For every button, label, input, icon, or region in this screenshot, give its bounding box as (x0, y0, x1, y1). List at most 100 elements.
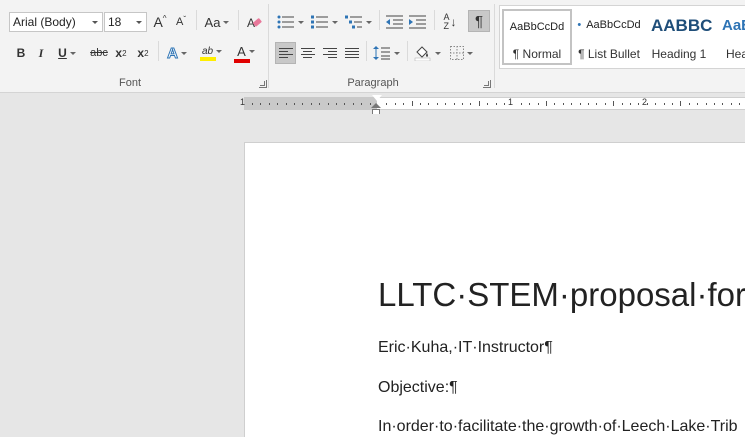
clear-formatting-button[interactable]: A (244, 11, 264, 33)
font-group-separator (268, 4, 269, 88)
bold-button[interactable]: B (12, 42, 30, 64)
superscript-button[interactable]: x2 (134, 42, 152, 64)
ruler-tick (722, 103, 723, 105)
ruler-tick (328, 103, 329, 105)
document-page[interactable]: LLTC·STEM·proposal·for Eric·Kuha,·IT·Ins… (244, 142, 745, 437)
change-case-button[interactable]: Aa (202, 11, 232, 33)
strikethrough-icon: abc (90, 47, 108, 59)
strikethrough-button[interactable]: abc (88, 42, 110, 64)
multilevel-list-icon (344, 15, 362, 29)
ruler-tick (302, 103, 303, 105)
align-left-button[interactable] (275, 42, 296, 64)
style-heading-2-label: Hea (726, 47, 745, 61)
style-list-bullet-sample: • AaBbCcDd (574, 19, 644, 31)
ruler-tick (344, 103, 345, 105)
ruler-tick (277, 103, 278, 105)
line-spacing-button[interactable] (371, 42, 401, 64)
italic-button[interactable]: I (32, 42, 50, 64)
ruler-tick (706, 103, 707, 105)
document-paragraph-objective[interactable]: Objective:¶ (378, 379, 458, 397)
paint-bucket-icon (414, 46, 430, 61)
ruler-tick (655, 103, 656, 105)
ruler-tick (680, 101, 681, 106)
ruler-tick (294, 103, 295, 105)
ruler-tick (554, 103, 555, 105)
separator (407, 41, 408, 61)
font-name-combo[interactable]: Arial (Body) (9, 12, 103, 32)
subscript-button[interactable]: x2 (112, 42, 130, 64)
style-normal-sample: AaBbCcDd (509, 21, 565, 33)
document-paragraph-body[interactable]: In·order·to·facilitate·the·growth·of·Lee… (378, 418, 738, 436)
clear-formatting-icon: A (247, 16, 262, 30)
ruler-label-2: 2 (642, 97, 648, 107)
ruler-tick (319, 103, 320, 105)
superscript-icon: x (137, 46, 145, 60)
text-effects-button[interactable]: A (163, 42, 191, 64)
first-line-indent-marker[interactable] (371, 94, 383, 101)
ruler-tick (697, 103, 698, 105)
borders-button[interactable] (446, 42, 476, 64)
style-normal[interactable]: AaBbCcDd ¶ Normal (502, 9, 572, 65)
document-paragraph-author[interactable]: Eric·Kuha,·IT·Instructor¶ (378, 339, 553, 357)
show-formatting-marks-button[interactable]: ¶ (468, 10, 490, 32)
align-left-icon (278, 48, 293, 58)
subscript-mark: 2 (122, 48, 127, 58)
align-right-button[interactable] (319, 42, 340, 64)
ruler-tick (479, 101, 480, 106)
font-size-combo[interactable]: 18 (104, 12, 147, 32)
paragraph-group-label: Paragraph (347, 77, 399, 89)
ruler-tick (613, 101, 614, 106)
ruler-tick (420, 103, 421, 105)
paragraph-dialog-launcher[interactable] (483, 80, 491, 88)
font-dialog-launcher[interactable] (259, 80, 267, 88)
increase-indent-button[interactable] (408, 11, 428, 33)
ruler-tick (403, 103, 404, 105)
ruler-tick (470, 103, 471, 105)
ruler-tick (622, 103, 623, 105)
ruler-tick (647, 103, 648, 105)
underline-button[interactable]: U (54, 42, 80, 64)
ruler-tick (739, 103, 740, 105)
ruler-label-1: 1 (508, 97, 514, 107)
superscript-mark: 2 (144, 48, 149, 58)
bullet-dot: • (577, 19, 582, 31)
document-title[interactable]: LLTC·STEM·proposal·for (378, 276, 745, 314)
style-list-bullet[interactable]: • AaBbCcDd ¶ List Bullet (574, 9, 644, 65)
numbering-button[interactable] (309, 11, 339, 33)
justify-button[interactable] (341, 42, 362, 64)
separator (158, 41, 159, 61)
ruler-tick (731, 103, 732, 105)
separator (379, 10, 380, 30)
shrink-font-button[interactable]: Aˇ (172, 11, 190, 33)
ruler-tick (672, 103, 673, 105)
ruler-tick (269, 103, 270, 105)
align-right-icon (322, 48, 337, 58)
change-case-icon: Aa (204, 14, 221, 30)
font-color-button[interactable]: A (232, 42, 260, 64)
ruler-tick (714, 103, 715, 105)
borders-icon (449, 46, 464, 60)
bold-icon: B (16, 46, 26, 60)
ruler-tick (571, 103, 572, 105)
multilevel-list-button[interactable] (343, 11, 373, 33)
highlight-icon: ab (201, 45, 214, 57)
align-center-button[interactable] (297, 42, 318, 64)
decrease-indent-icon (386, 15, 403, 29)
grow-font-button[interactable]: A ^ (151, 11, 169, 33)
highlight-color-button[interactable]: ab (197, 42, 227, 64)
decrease-indent-button[interactable] (385, 11, 405, 33)
sort-z-label: Z (443, 21, 449, 31)
font-name-dropdown[interactable] (89, 13, 102, 31)
bullets-button[interactable] (275, 11, 305, 33)
sort-button[interactable]: A Z ↓ (439, 11, 461, 33)
shading-button[interactable] (412, 42, 442, 64)
font-size-dropdown[interactable] (133, 13, 146, 31)
grow-font-icon: A (153, 14, 163, 30)
ruler-tick (311, 103, 312, 105)
style-heading-1[interactable]: AABBC Heading 1 (646, 9, 712, 65)
underline-icon: U (58, 46, 67, 60)
font-color-icon: A (237, 43, 246, 59)
increase-indent-icon (409, 15, 426, 29)
style-heading-2[interactable]: AaBb Hea (718, 9, 745, 65)
ruler-tick (504, 103, 505, 105)
